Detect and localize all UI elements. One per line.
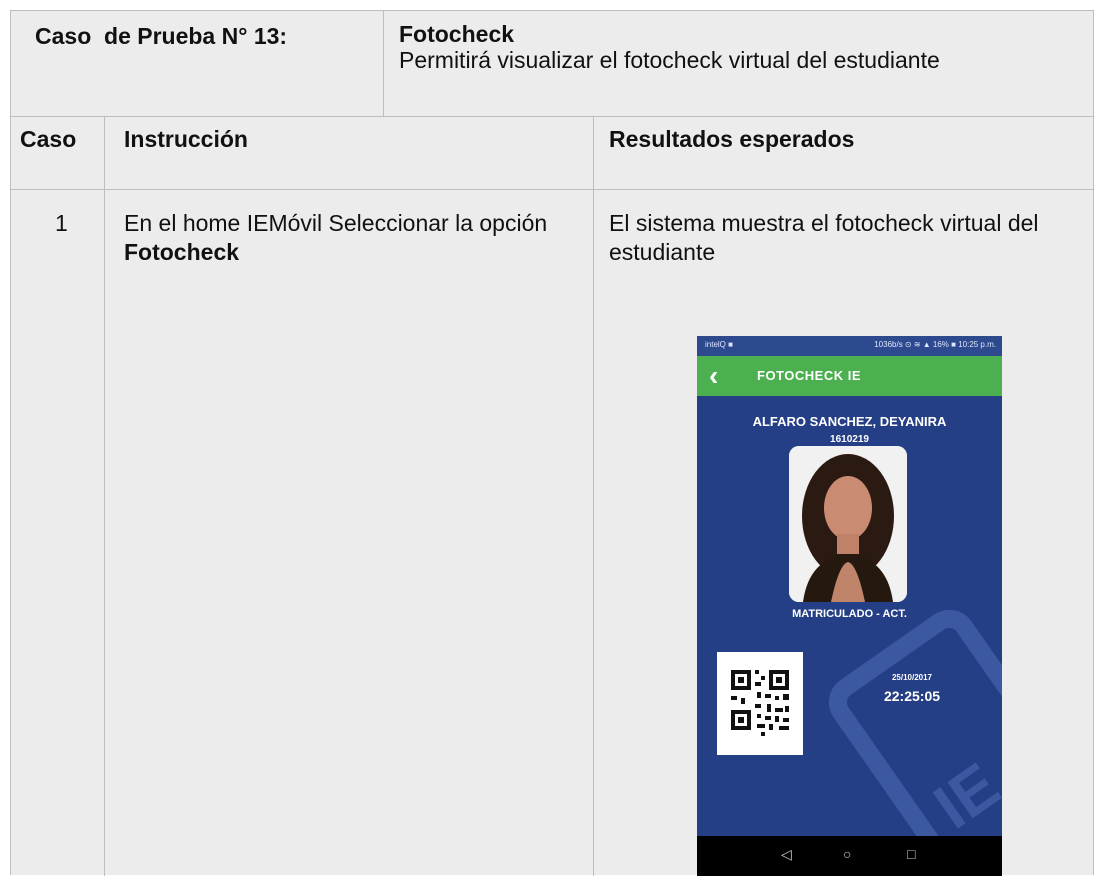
column-header-resultados: Resultados esperados — [609, 126, 855, 152]
test-case-label: Caso de Prueba N° 13: — [35, 23, 288, 49]
qr-code-icon — [731, 670, 789, 736]
qr-code — [717, 652, 803, 755]
test-case-description: Permitirá visualizar el fotocheck virtua… — [399, 47, 940, 73]
android-nav-bar: ◁ ○ □ — [697, 836, 1002, 876]
scan-date: 25/10/2017 — [891, 673, 933, 682]
column-header-instruccion: Instrucción — [124, 126, 248, 152]
phone-status-bar: intelQ ■ 1036b/s ⊙ ≋ ▲ 16% ■ 10:25 p.m. — [697, 336, 1002, 356]
row-instruction: En el home IEMóvil Seleccionar la opción… — [124, 209, 579, 267]
column-header-caso: Caso — [20, 126, 77, 152]
row-caso-number: 1 — [55, 210, 68, 236]
status-left-text: intelQ ■ — [705, 340, 733, 349]
column-divider — [593, 117, 594, 876]
student-photo — [789, 446, 907, 602]
test-case-label-cell: Caso de Prueba N° 13: — [11, 11, 384, 116]
app-bar-title: FOTOCHECK IE — [757, 368, 861, 383]
instruction-text: En el home IEMóvil Seleccionar la opción — [124, 210, 548, 236]
student-code: 1610219 — [830, 434, 869, 445]
row-expected-result: El sistema muestra el fotocheck virtual … — [609, 210, 1039, 265]
column-divider — [104, 117, 105, 876]
row-divider — [11, 189, 1094, 190]
student-name: ALFARO SANCHEZ, DEYANIRA — [752, 414, 947, 429]
test-case-header: Caso de Prueba N° 13: Fotocheck Permitir… — [10, 10, 1094, 117]
chevron-left-icon[interactable]: ‹ — [709, 360, 718, 392]
back-triangle-icon[interactable]: ◁ — [781, 846, 792, 863]
app-bar: ‹ FOTOCHECK IE — [697, 356, 1002, 396]
document-page: Caso de Prueba N° 13: Fotocheck Permitir… — [0, 0, 1094, 876]
status-right-text: 1036b/s ⊙ ≋ ▲ 16% ■ 10:25 p.m. — [874, 340, 996, 349]
recents-square-icon[interactable]: □ — [907, 846, 915, 862]
enrollment-status: MATRICULADO - ACT. — [792, 608, 907, 620]
home-circle-icon[interactable]: ○ — [843, 846, 851, 862]
test-case-title-cell: Fotocheck Permitirá visualizar el fotoch… — [399, 21, 1079, 73]
scan-time: 22:25:05 — [883, 688, 941, 704]
test-case-title: Fotocheck — [399, 21, 515, 47]
app-screenshot: IE intelQ ■ 1036b/s ⊙ ≋ ▲ 16% ■ 10:25 p.… — [697, 336, 1002, 876]
person-photo-icon — [789, 446, 907, 602]
svg-text:IE: IE — [921, 749, 1002, 843]
instruction-bold-text: Fotocheck — [124, 239, 240, 265]
